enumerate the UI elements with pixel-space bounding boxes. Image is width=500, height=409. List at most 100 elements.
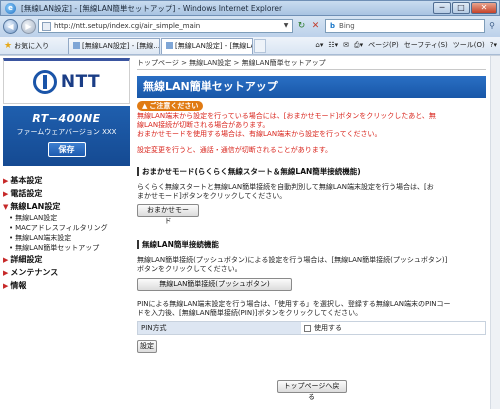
tab-strip: [無線LAN設定] - [無線... [無線LAN設定] - [無線LAN簡単セ…	[68, 38, 266, 54]
sidebar-item-wlan[interactable]: ▼ 無線LAN設定	[3, 200, 130, 213]
tab-2[interactable]: [無線LAN設定] - [無線LAN簡単セ...×	[161, 38, 253, 54]
page-menu[interactable]: ページ(P)	[368, 40, 399, 50]
notice-label: ご注意ください	[149, 102, 199, 110]
pin-label: PIN方式	[138, 322, 301, 334]
firmware-version: ファームウェアバージョン XXX	[16, 128, 117, 136]
sidebar-item-phone[interactable]: ▶ 電話設定	[3, 187, 130, 200]
window-controls: ─ □ ✕	[432, 2, 497, 14]
sidebar-subitem-easy-setup[interactable]: • 無線LAN簡単セットアップ	[3, 243, 130, 253]
tab-page-icon	[166, 42, 173, 49]
sidebar-subitem-wlan-terminal[interactable]: • 無線LAN端末設定	[3, 233, 130, 243]
section-title: おまかせモード(らくらく無線スタート＆無線LAN簡単接続機能)	[142, 167, 361, 176]
desc-line: ボタンをクリックしてください。	[137, 265, 242, 273]
window-title-bar: e [無線LAN設定] - [無線LAN簡単セットアップ] - Windows …	[0, 0, 500, 16]
arrow-right-icon: ▶	[3, 189, 9, 198]
omakase-description: らくらく無線スタートと無線LAN簡単接続を自動判別して無線LAN端末設定を行う場…	[137, 183, 486, 201]
menu-label: 詳細設定	[10, 255, 43, 264]
home-icon[interactable]: ⌂▾	[315, 41, 323, 49]
desc-line: PINによる無線LAN端末設定を行う場合は、「使用する」を選択し、登録する無線L…	[137, 300, 451, 308]
window-title: [無線LAN設定] - [無線LAN簡単セットアップ] - Windows In…	[21, 3, 283, 13]
mail-icon[interactable]: ✉	[343, 41, 349, 49]
stop-icon[interactable]: ✕	[309, 20, 322, 33]
menu-label: メンテナンス	[10, 268, 59, 277]
page-viewport: NTT RT−400NE ファームウェアバージョン XXX 保存 ▶ 基本設定 ▶…	[0, 55, 500, 409]
close-button[interactable]: ✕	[471, 2, 497, 14]
page-icon	[42, 21, 51, 31]
address-field[interactable]: http://ntt.setup/index.cgi/air_simple_ma…	[38, 19, 293, 33]
favorites-label: お気に入り	[14, 41, 50, 50]
star-icon: ★	[4, 40, 13, 51]
refresh-icon[interactable]: ↻	[295, 20, 308, 33]
sidebar-subitem-mac-filter[interactable]: • MACアドレスフィルタリング	[3, 223, 130, 233]
warning-line: おまかせモードを使用する場合は、有線LAN端末から設定を行ってください。	[137, 130, 382, 138]
command-menus: ⌂▾ ☷▾ ✉ ⎙▾ ページ(P) セーフティ(S) ツール(O) ?▾	[310, 40, 497, 50]
menu-label: 無線LAN設定	[15, 214, 58, 222]
forward-button[interactable]: ▶	[21, 19, 36, 34]
pin-row: PIN方式 使用する	[137, 321, 486, 335]
bullet-icon: •	[9, 244, 14, 252]
vertical-scrollbar[interactable]	[490, 56, 500, 409]
ntt-logo-icon	[32, 70, 57, 94]
maximize-button[interactable]: □	[452, 2, 470, 14]
search-icon[interactable]: ⚲	[486, 20, 498, 32]
warning-line: 無線LAN端末から設定を行っている場合には、[おまかせモード]ボタンをクリックし…	[137, 112, 436, 120]
command-bar: ★ お気に入り [無線LAN設定] - [無線... [無線LAN設定] - […	[0, 37, 500, 55]
tab-label: [無線LAN設定] - [無線...	[82, 42, 160, 50]
omakase-button[interactable]: おまかせモード	[137, 204, 199, 225]
arrow-down-icon: ▼	[3, 202, 9, 211]
feeds-icon[interactable]: ☷▾	[328, 41, 338, 49]
arrow-right-icon: ▶	[3, 268, 9, 277]
search-input[interactable]: b Bing	[325, 19, 485, 33]
help-icon[interactable]: ?▾	[490, 41, 497, 49]
save-button[interactable]: 保存	[47, 142, 86, 157]
sidebar: NTT RT−400NE ファームウェアバージョン XXX 保存 ▶ 基本設定 ▶…	[3, 58, 130, 398]
chevron-down-icon[interactable]: ▼	[281, 21, 291, 31]
safety-menu[interactable]: セーフティ(S)	[404, 40, 448, 50]
sidebar-item-info[interactable]: ▶ 情報	[3, 279, 130, 292]
push-button-connect-button[interactable]: 無線LAN簡単接続(プッシュボタン)	[137, 278, 292, 291]
menu-label: 無線LAN端末設定	[15, 234, 72, 242]
back-to-top-button[interactable]: トップページへ戻る	[276, 380, 347, 401]
sidebar-menu: ▶ 基本設定 ▶ 電話設定 ▼ 無線LAN設定 • 無線LAN設定 • MACアドレスフィ…	[3, 174, 130, 292]
arrow-right-icon: ▶	[3, 176, 9, 185]
pin-description: PINによる無線LAN端末設定を行う場合は、「使用する」を選択し、登録する無線L…	[137, 300, 486, 318]
main-content: トップページ > 無線LAN設定 > 無線LAN簡単セットアップ 無線LAN簡単…	[137, 58, 486, 401]
search-placeholder: Bing	[339, 22, 355, 30]
notice-badge: ▲ ご注意ください	[137, 101, 204, 111]
warning-icon: ▲	[142, 102, 148, 110]
back-button[interactable]: ◀	[3, 19, 18, 34]
desc-line: らくらく無線スタートと無線LAN簡単接続を自動判別して無線LAN端末設定を行う場…	[137, 183, 434, 191]
minimize-button[interactable]: ─	[433, 2, 451, 14]
breadcrumb: トップページ > 無線LAN設定 > 無線LAN簡単セットアップ	[137, 58, 486, 70]
tab-1[interactable]: [無線LAN設定] - [無線...	[68, 38, 160, 54]
section-marker	[137, 167, 139, 176]
push-button-description: 無線LAN簡単接続(プッシュボタン)による設定を行う場合は、[無線LAN簡単接続…	[137, 256, 486, 274]
pin-use-checkbox[interactable]: 使用する	[301, 322, 485, 334]
disconnect-warning: 設定変更を行うと、通話・通信が切断されることがあります。	[137, 146, 333, 154]
tools-menu[interactable]: ツール(O)	[453, 40, 485, 50]
checkbox-icon[interactable]	[304, 324, 311, 332]
logo-text: NTT	[60, 72, 101, 92]
menu-label: 電話設定	[10, 189, 43, 198]
pin-option-label: 使用する	[314, 324, 342, 332]
sidebar-item-advanced[interactable]: ▶ 詳細設定	[3, 253, 130, 266]
favorites-button[interactable]: ★ お気に入り	[4, 41, 49, 51]
section-marker	[137, 240, 139, 249]
arrow-right-icon: ▶	[3, 281, 9, 290]
bullet-icon: •	[9, 234, 14, 242]
set-button[interactable]: 設定	[137, 340, 157, 353]
sidebar-item-maintenance[interactable]: ▶ メンテナンス	[3, 266, 130, 279]
sidebar-item-basic[interactable]: ▶ 基本設定	[3, 174, 130, 187]
desc-line: 無線LAN簡単接続(プッシュボタン)による設定を行う場合は、[無線LAN簡単接続…	[137, 256, 448, 264]
section-easy-connect-title: 無線LAN簡単接続機能	[137, 239, 486, 250]
new-tab-button[interactable]	[254, 39, 266, 53]
model-name: RT−400NE	[32, 112, 101, 125]
desc-line: ドを入力後、[無線LAN簡単接続(PIN)]ボタンをクリックしてください。	[137, 309, 363, 317]
sidebar-subitem-wlan-settings[interactable]: • 無線LAN設定	[3, 213, 130, 223]
model-panel: RT−400NE ファームウェアバージョン XXX 保存	[3, 106, 130, 166]
warning-text: 無線LAN端末から設定を行っている場合には、[おまかせモード]ボタンをクリックし…	[137, 112, 486, 139]
print-icon[interactable]: ⎙▾	[354, 41, 363, 50]
section-omakase-title: おまかせモード(らくらく無線スタート＆無線LAN簡単接続機能)	[137, 166, 486, 177]
section-title: 無線LAN簡単接続機能	[142, 240, 219, 249]
menu-label: MACアドレスフィルタリング	[15, 224, 108, 232]
